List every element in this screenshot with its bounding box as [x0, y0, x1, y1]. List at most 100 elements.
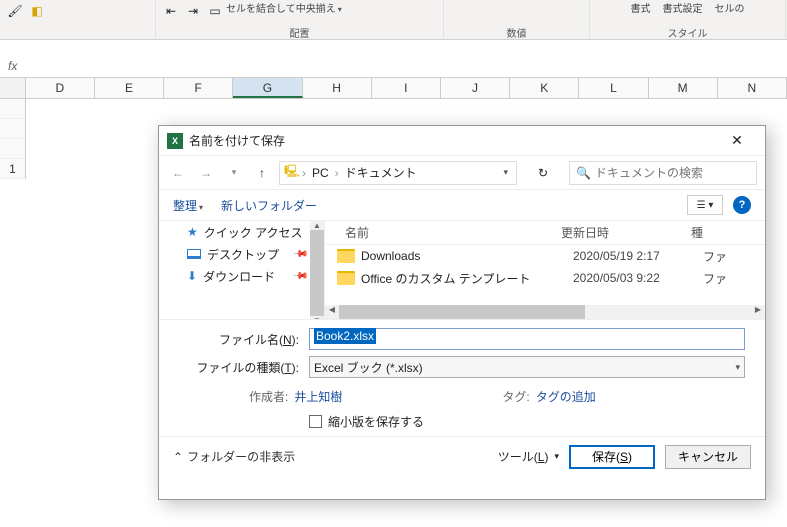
col-header[interactable]: J: [441, 78, 510, 98]
pin-icon[interactable]: 📌: [291, 246, 308, 263]
author-value[interactable]: 井上知樹: [294, 390, 342, 404]
merge-icon[interactable]: ▭: [206, 2, 224, 20]
filename-label: ファイル名(N):: [169, 331, 309, 348]
col-header[interactable]: L: [579, 78, 648, 98]
help-button[interactable]: ?: [733, 196, 751, 214]
list-item[interactable]: Downloads 2020/05/19 2:17 ファ: [325, 245, 765, 267]
dialog-footer: ⌃フォルダーの非表示 ツール(L)▾ 保存(S) キャンセル: [159, 436, 765, 476]
file-list: 名前 更新日時 種 Downloads 2020/05/19 2:17 ファ O…: [325, 221, 765, 319]
filetype-select[interactable]: Excel ブック (*.xlsx)▾: [309, 356, 745, 378]
ribbon: 🖌 ◧ ⇤ ⇥ ▭ セルを結合して中央揃え 配置 数値 書式 書式設定 セルの …: [0, 0, 787, 40]
filename-input[interactable]: Book2.xlsx: [309, 328, 745, 350]
formula-bar: fx: [0, 54, 787, 78]
cond-format-button[interactable]: 書式: [631, 0, 651, 15]
col-header[interactable]: G: [233, 78, 302, 98]
column-headers: D E F G H I J K L M N: [0, 78, 787, 99]
col-header[interactable]: M: [649, 78, 718, 98]
nav-scrollbar[interactable]: ▲▼: [310, 221, 324, 319]
excel-icon: X: [167, 133, 183, 149]
save-button[interactable]: 保存(S): [569, 445, 655, 469]
col-type-header[interactable]: 種: [691, 224, 765, 241]
dialog-nav: ← → ▾ ↑ 🖳 › PC › ドキュメント ▾ ↻ 🔍: [159, 156, 765, 190]
col-date-header[interactable]: 更新日時: [561, 224, 691, 241]
tools-menu[interactable]: ツール(L)▾: [498, 448, 559, 465]
nav-downloads[interactable]: ⬇ダウンロード📌: [159, 265, 324, 287]
cell-styles-button[interactable]: セルの: [715, 0, 745, 15]
thumbnail-row: 縮小版を保存する: [159, 407, 765, 436]
col-header[interactable]: N: [718, 78, 787, 98]
hide-folders-toggle[interactable]: ⌃フォルダーの非表示: [173, 448, 488, 465]
col-header[interactable]: I: [372, 78, 441, 98]
formula-input[interactable]: [25, 55, 787, 77]
col-header[interactable]: K: [510, 78, 579, 98]
fill-icon[interactable]: ◧: [28, 2, 46, 20]
pc-icon: 🖳: [284, 165, 300, 181]
nav-pane: ★クイック アクセス デスクトップ📌 ⬇ダウンロード📌 ▲▼: [159, 221, 325, 319]
col-header[interactable]: F: [164, 78, 233, 98]
row-header[interactable]: [0, 99, 26, 119]
paint-icon[interactable]: 🖌: [6, 2, 24, 20]
indent-inc-icon[interactable]: ⇥: [184, 2, 202, 20]
ribbon-group-number: 数値: [444, 0, 590, 40]
row-header[interactable]: [0, 139, 26, 159]
organize-menu[interactable]: 整理: [173, 197, 203, 214]
row: [0, 99, 787, 119]
back-button[interactable]: ←: [167, 162, 189, 184]
up-button[interactable]: ↑: [251, 162, 273, 184]
ribbon-label-styles: スタイル: [590, 25, 785, 40]
author-label: 作成者:: [249, 390, 288, 404]
search-box[interactable]: 🔍: [569, 161, 757, 185]
folder-icon: [337, 249, 355, 263]
tags-value[interactable]: タグの追加: [536, 390, 596, 404]
breadcrumb-documents[interactable]: ドキュメント: [341, 164, 421, 181]
dialog-title: 名前を付けて保存: [189, 132, 717, 149]
download-icon: ⬇: [187, 269, 197, 283]
view-button[interactable]: ☰ ▾: [687, 195, 723, 215]
filetype-label: ファイルの種類(T):: [169, 359, 309, 376]
ribbon-group-styles: 書式 書式設定 セルの スタイル: [590, 0, 786, 40]
folder-icon: [337, 271, 355, 285]
chevron-up-icon: ⌃: [173, 450, 183, 464]
dialog-body: ★クイック アクセス デスクトップ📌 ⬇ダウンロード📌 ▲▼ 名前 更新日時 種…: [159, 220, 765, 320]
h-scrollbar[interactable]: ◀▶: [325, 305, 765, 319]
col-header[interactable]: H: [303, 78, 372, 98]
fx-label: fx: [8, 59, 17, 73]
dialog-titlebar: X 名前を付けて保存 ✕: [159, 126, 765, 156]
list-header[interactable]: 名前 更新日時 種: [325, 221, 765, 245]
list-item[interactable]: Office のカスタム テンプレート 2020/05/03 9:22 ファ: [325, 267, 765, 289]
ribbon-group-alignment: ⇤ ⇥ ▭ セルを結合して中央揃え 配置: [156, 0, 444, 40]
refresh-button[interactable]: ↻: [529, 161, 557, 185]
thumbnail-checkbox[interactable]: [309, 415, 322, 428]
col-header[interactable]: E: [95, 78, 164, 98]
close-button[interactable]: ✕: [717, 127, 757, 155]
col-name-header[interactable]: 名前: [325, 224, 561, 241]
desktop-icon: [187, 249, 201, 259]
tags-label: タグ:: [502, 390, 529, 404]
format-table-button[interactable]: 書式設定: [663, 0, 703, 15]
address-bar[interactable]: 🖳 › PC › ドキュメント ▾: [279, 161, 517, 185]
forward-button: →: [195, 162, 217, 184]
recent-dd[interactable]: ▾: [223, 162, 245, 184]
nav-quick-access[interactable]: ★クイック アクセス: [159, 221, 324, 243]
ribbon-group-clipboard: 🖌 ◧: [0, 0, 156, 40]
meta-row: 作成者: 井上知樹 タグ: タグの追加: [159, 384, 765, 407]
dialog-toolbar: 整理 新しいフォルダー ☰ ▾ ?: [159, 190, 765, 220]
select-all-corner[interactable]: [0, 78, 26, 98]
thumbnail-label: 縮小版を保存する: [328, 413, 424, 430]
dialog-form: ファイル名(N): Book2.xlsx ファイルの種類(T): Excel ブ…: [159, 320, 765, 384]
merge-center-button[interactable]: セルを結合して中央揃え: [226, 0, 342, 15]
search-input[interactable]: [595, 166, 750, 180]
indent-dec-icon[interactable]: ⇤: [162, 2, 180, 20]
pin-icon[interactable]: 📌: [291, 268, 308, 285]
new-folder-button[interactable]: 新しいフォルダー: [221, 197, 317, 214]
cancel-button[interactable]: キャンセル: [665, 445, 751, 469]
ribbon-label-number: 数値: [444, 25, 589, 40]
row-header[interactable]: [0, 119, 26, 139]
nav-desktop[interactable]: デスクトップ📌: [159, 243, 324, 265]
ribbon-label-alignment: 配置: [156, 25, 443, 40]
row-header[interactable]: 1: [0, 159, 26, 179]
col-header[interactable]: D: [26, 78, 95, 98]
breadcrumb-pc[interactable]: PC: [308, 166, 333, 180]
save-as-dialog: X 名前を付けて保存 ✕ ← → ▾ ↑ 🖳 › PC › ドキュメント ▾ ↻…: [158, 125, 766, 500]
search-icon: 🔍: [576, 166, 591, 180]
